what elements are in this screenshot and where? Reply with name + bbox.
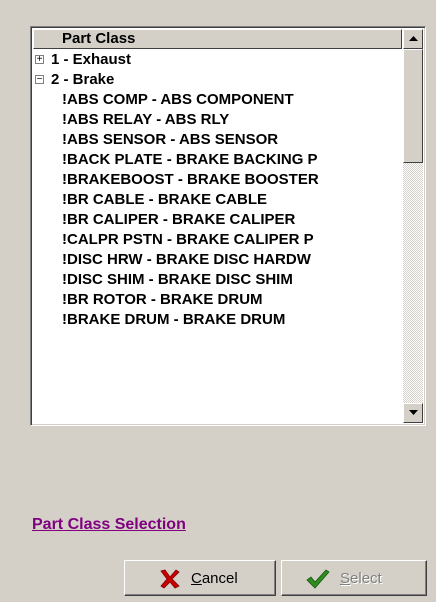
tree-column-header[interactable]: Part Class bbox=[33, 29, 402, 49]
column-header-label: Part Class bbox=[62, 30, 136, 47]
list-item-label: !DISC HRW - BRAKE DISC HARDW bbox=[62, 251, 311, 268]
list-item-label: !ABS COMP - ABS COMPONENT bbox=[62, 91, 294, 108]
list-item[interactable]: !CALPR PSTN - BRAKE CALIPER P bbox=[33, 230, 402, 250]
list-item-label: !BRAKE DRUM - BRAKE DRUM bbox=[62, 311, 286, 328]
select-button[interactable]: Select bbox=[281, 560, 427, 596]
list-item[interactable]: !DISC HRW - BRAKE DISC HARDW bbox=[33, 250, 402, 270]
vertical-scrollbar[interactable] bbox=[403, 29, 423, 423]
list-item-label: !BACK PLATE - BRAKE BACKING P bbox=[62, 151, 318, 168]
list-item[interactable]: !BRAKE DRUM - BRAKE DRUM bbox=[33, 310, 402, 330]
tree-node-brake[interactable]: − 2 - Brake bbox=[33, 70, 402, 90]
scroll-up-button[interactable] bbox=[403, 29, 423, 49]
list-item[interactable]: !ABS COMP - ABS COMPONENT bbox=[33, 90, 402, 110]
tree-list[interactable]: + 1 - Exhaust − 2 - Brake !ABS COMP - AB… bbox=[33, 50, 402, 422]
cancel-button[interactable]: Cancel bbox=[124, 560, 276, 596]
list-item-label: !CALPR PSTN - BRAKE CALIPER P bbox=[62, 231, 314, 248]
list-item[interactable]: !BACK PLATE - BRAKE BACKING P bbox=[33, 150, 402, 170]
list-item[interactable]: !BR ROTOR - BRAKE DRUM bbox=[33, 290, 402, 310]
list-item[interactable]: !ABS SENSOR - ABS SENSOR bbox=[33, 130, 402, 150]
arrow-down-icon bbox=[409, 410, 418, 415]
list-item-label: !BR ROTOR - BRAKE DRUM bbox=[62, 291, 263, 308]
x-mark-icon bbox=[159, 569, 181, 593]
scroll-thumb[interactable] bbox=[403, 49, 423, 163]
list-item-label: !ABS SENSOR - ABS SENSOR bbox=[62, 131, 279, 148]
checkmark-icon bbox=[306, 569, 330, 593]
part-class-selection-link[interactable]: Part Class Selection bbox=[32, 516, 186, 534]
list-item[interactable]: !BR CABLE - BRAKE CABLE bbox=[33, 190, 402, 210]
list-item-label: !DISC SHIM - BRAKE DISC SHIM bbox=[62, 271, 293, 288]
list-item[interactable]: !ABS RELAY - ABS RLY bbox=[33, 110, 402, 130]
list-item[interactable]: !BRAKEBOOST - BRAKE BOOSTER bbox=[33, 170, 402, 190]
list-item-label: !BR CABLE - BRAKE CABLE bbox=[62, 191, 267, 208]
arrow-up-icon bbox=[409, 36, 418, 41]
tree-node-label: 2 - Brake bbox=[51, 71, 115, 88]
tree-node-label: 1 - Exhaust bbox=[51, 51, 132, 68]
scroll-down-button[interactable] bbox=[403, 403, 423, 423]
cancel-label: Cancel bbox=[191, 570, 238, 587]
tree-node-exhaust[interactable]: + 1 - Exhaust bbox=[33, 50, 402, 70]
select-label: Select bbox=[340, 570, 382, 587]
part-class-tree[interactable]: Part Class + 1 - Exhaust − 2 - Brake !AB… bbox=[30, 26, 426, 426]
list-item-label: !BRAKEBOOST - BRAKE BOOSTER bbox=[62, 171, 319, 188]
collapse-minus-icon[interactable]: − bbox=[35, 75, 44, 85]
list-item-label: !BR CALIPER - BRAKE CALIPER bbox=[62, 211, 296, 228]
list-item-label: !ABS RELAY - ABS RLY bbox=[62, 111, 230, 128]
list-item[interactable]: !DISC SHIM - BRAKE DISC SHIM bbox=[33, 270, 402, 290]
list-item[interactable]: !BR CALIPER - BRAKE CALIPER bbox=[33, 210, 402, 230]
expand-plus-icon[interactable]: + bbox=[35, 55, 44, 65]
